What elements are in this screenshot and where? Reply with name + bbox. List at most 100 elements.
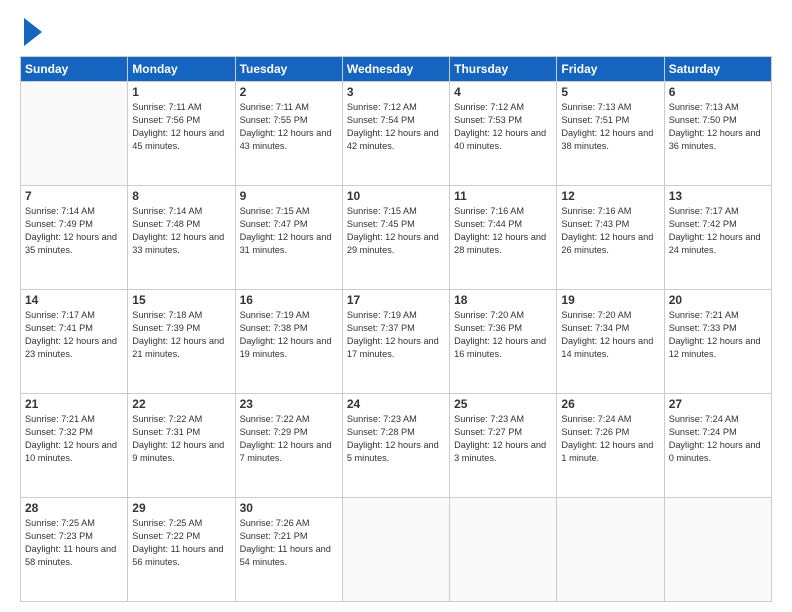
calendar-cell: 22 Sunrise: 7:22 AM Sunset: 7:31 PM Dayli… [128,394,235,498]
day-number: 22 [132,397,230,411]
calendar-cell: 9 Sunrise: 7:15 AM Sunset: 7:47 PM Daylig… [235,186,342,290]
day-number: 12 [561,189,659,203]
header [20,16,772,46]
calendar-cell: 14 Sunrise: 7:17 AM Sunset: 7:41 PM Dayli… [21,290,128,394]
day-number: 21 [25,397,123,411]
calendar-cell: 6 Sunrise: 7:13 AM Sunset: 7:50 PM Daylig… [664,82,771,186]
cell-sun-info: Sunrise: 7:15 AM Sunset: 7:47 PM Dayligh… [240,205,338,257]
day-header-wednesday: Wednesday [342,57,449,82]
calendar-cell: 10 Sunrise: 7:15 AM Sunset: 7:45 PM Dayli… [342,186,449,290]
day-number: 26 [561,397,659,411]
cell-sun-info: Sunrise: 7:18 AM Sunset: 7:39 PM Dayligh… [132,309,230,361]
calendar-header-row: SundayMondayTuesdayWednesdayThursdayFrid… [21,57,772,82]
day-number: 9 [240,189,338,203]
calendar-cell: 15 Sunrise: 7:18 AM Sunset: 7:39 PM Dayli… [128,290,235,394]
calendar-cell: 24 Sunrise: 7:23 AM Sunset: 7:28 PM Dayli… [342,394,449,498]
day-number: 1 [132,85,230,99]
calendar-week-4: 21 Sunrise: 7:21 AM Sunset: 7:32 PM Dayli… [21,394,772,498]
calendar-week-5: 28Sunrise: 7:25 AM Sunset: 7:23 PM Dayli… [21,498,772,602]
day-number: 23 [240,397,338,411]
cell-sun-info: Sunrise: 7:17 AM Sunset: 7:41 PM Dayligh… [25,309,123,361]
cell-sun-info: Sunrise: 7:14 AM Sunset: 7:49 PM Dayligh… [25,205,123,257]
day-header-monday: Monday [128,57,235,82]
cell-sun-info: Sunrise: 7:11 AM Sunset: 7:56 PM Dayligh… [132,101,230,153]
day-number: 2 [240,85,338,99]
calendar-cell [21,82,128,186]
day-number: 28 [25,501,123,515]
calendar: SundayMondayTuesdayWednesdayThursdayFrid… [20,56,772,602]
cell-sun-info: Sunrise: 7:21 AM Sunset: 7:32 PM Dayligh… [25,413,123,465]
logo-arrow-icon [24,18,42,46]
day-header-sunday: Sunday [21,57,128,82]
cell-sun-info: Sunrise: 7:20 AM Sunset: 7:36 PM Dayligh… [454,309,552,361]
day-number: 16 [240,293,338,307]
calendar-cell: 23 Sunrise: 7:22 AM Sunset: 7:29 PM Dayli… [235,394,342,498]
cell-sun-info: Sunrise: 7:11 AM Sunset: 7:55 PM Dayligh… [240,101,338,153]
day-number: 5 [561,85,659,99]
day-number: 10 [347,189,445,203]
day-header-thursday: Thursday [450,57,557,82]
day-header-friday: Friday [557,57,664,82]
calendar-cell [557,498,664,602]
day-number: 19 [561,293,659,307]
calendar-cell: 18 Sunrise: 7:20 AM Sunset: 7:36 PM Dayli… [450,290,557,394]
calendar-week-2: 7 Sunrise: 7:14 AM Sunset: 7:49 PM Daylig… [21,186,772,290]
calendar-cell: 28Sunrise: 7:25 AM Sunset: 7:23 PM Dayli… [21,498,128,602]
cell-sun-info: Sunrise: 7:23 AM Sunset: 7:27 PM Dayligh… [454,413,552,465]
cell-sun-info: Sunrise: 7:13 AM Sunset: 7:51 PM Dayligh… [561,101,659,153]
cell-sun-info: Sunrise: 7:22 AM Sunset: 7:29 PM Dayligh… [240,413,338,465]
cell-sun-info: Sunrise: 7:24 AM Sunset: 7:24 PM Dayligh… [669,413,767,465]
calendar-cell: 17Sunrise: 7:19 AM Sunset: 7:37 PM Dayli… [342,290,449,394]
calendar-cell: 13 Sunrise: 7:17 AM Sunset: 7:42 PM Dayli… [664,186,771,290]
day-number: 4 [454,85,552,99]
cell-sun-info: Sunrise: 7:25 AM Sunset: 7:22 PM Dayligh… [132,517,230,569]
calendar-week-1: 1 Sunrise: 7:11 AM Sunset: 7:56 PM Daylig… [21,82,772,186]
day-header-tuesday: Tuesday [235,57,342,82]
calendar-cell: 25 Sunrise: 7:23 AM Sunset: 7:27 PM Dayli… [450,394,557,498]
calendar-cell: 19 Sunrise: 7:20 AM Sunset: 7:34 PM Dayli… [557,290,664,394]
day-number: 15 [132,293,230,307]
day-number: 11 [454,189,552,203]
day-number: 7 [25,189,123,203]
day-number: 14 [25,293,123,307]
cell-sun-info: Sunrise: 7:26 AM Sunset: 7:21 PM Dayligh… [240,517,338,569]
day-number: 20 [669,293,767,307]
calendar-cell: 21 Sunrise: 7:21 AM Sunset: 7:32 PM Dayli… [21,394,128,498]
day-number: 13 [669,189,767,203]
cell-sun-info: Sunrise: 7:16 AM Sunset: 7:44 PM Dayligh… [454,205,552,257]
cell-sun-info: Sunrise: 7:20 AM Sunset: 7:34 PM Dayligh… [561,309,659,361]
calendar-week-3: 14 Sunrise: 7:17 AM Sunset: 7:41 PM Dayli… [21,290,772,394]
cell-sun-info: Sunrise: 7:19 AM Sunset: 7:38 PM Dayligh… [240,309,338,361]
calendar-cell: 29 Sunrise: 7:25 AM Sunset: 7:22 PM Dayli… [128,498,235,602]
cell-sun-info: Sunrise: 7:17 AM Sunset: 7:42 PM Dayligh… [669,205,767,257]
cell-sun-info: Sunrise: 7:15 AM Sunset: 7:45 PM Dayligh… [347,205,445,257]
cell-sun-info: Sunrise: 7:19 AM Sunset: 7:37 PM Dayligh… [347,309,445,361]
calendar-cell: 2 Sunrise: 7:11 AM Sunset: 7:55 PM Daylig… [235,82,342,186]
calendar-cell: 26Sunrise: 7:24 AM Sunset: 7:26 PM Dayli… [557,394,664,498]
cell-sun-info: Sunrise: 7:23 AM Sunset: 7:28 PM Dayligh… [347,413,445,465]
cell-sun-info: Sunrise: 7:12 AM Sunset: 7:53 PM Dayligh… [454,101,552,153]
cell-sun-info: Sunrise: 7:22 AM Sunset: 7:31 PM Dayligh… [132,413,230,465]
cell-sun-info: Sunrise: 7:14 AM Sunset: 7:48 PM Dayligh… [132,205,230,257]
day-number: 6 [669,85,767,99]
calendar-cell: 3Sunrise: 7:12 AM Sunset: 7:54 PM Daylig… [342,82,449,186]
calendar-cell: 12 Sunrise: 7:16 AM Sunset: 7:43 PM Dayli… [557,186,664,290]
calendar-cell: 11 Sunrise: 7:16 AM Sunset: 7:44 PM Dayli… [450,186,557,290]
calendar-cell: 30Sunrise: 7:26 AM Sunset: 7:21 PM Dayli… [235,498,342,602]
day-number: 18 [454,293,552,307]
day-number: 24 [347,397,445,411]
calendar-cell: 4 Sunrise: 7:12 AM Sunset: 7:53 PM Daylig… [450,82,557,186]
cell-sun-info: Sunrise: 7:13 AM Sunset: 7:50 PM Dayligh… [669,101,767,153]
calendar-cell: 16 Sunrise: 7:19 AM Sunset: 7:38 PM Dayli… [235,290,342,394]
day-number: 29 [132,501,230,515]
day-number: 27 [669,397,767,411]
day-number: 3 [347,85,445,99]
calendar-cell [450,498,557,602]
day-number: 8 [132,189,230,203]
cell-sun-info: Sunrise: 7:16 AM Sunset: 7:43 PM Dayligh… [561,205,659,257]
calendar-cell: 7 Sunrise: 7:14 AM Sunset: 7:49 PM Daylig… [21,186,128,290]
cell-sun-info: Sunrise: 7:21 AM Sunset: 7:33 PM Dayligh… [669,309,767,361]
logo [20,16,42,46]
day-number: 25 [454,397,552,411]
calendar-cell [342,498,449,602]
